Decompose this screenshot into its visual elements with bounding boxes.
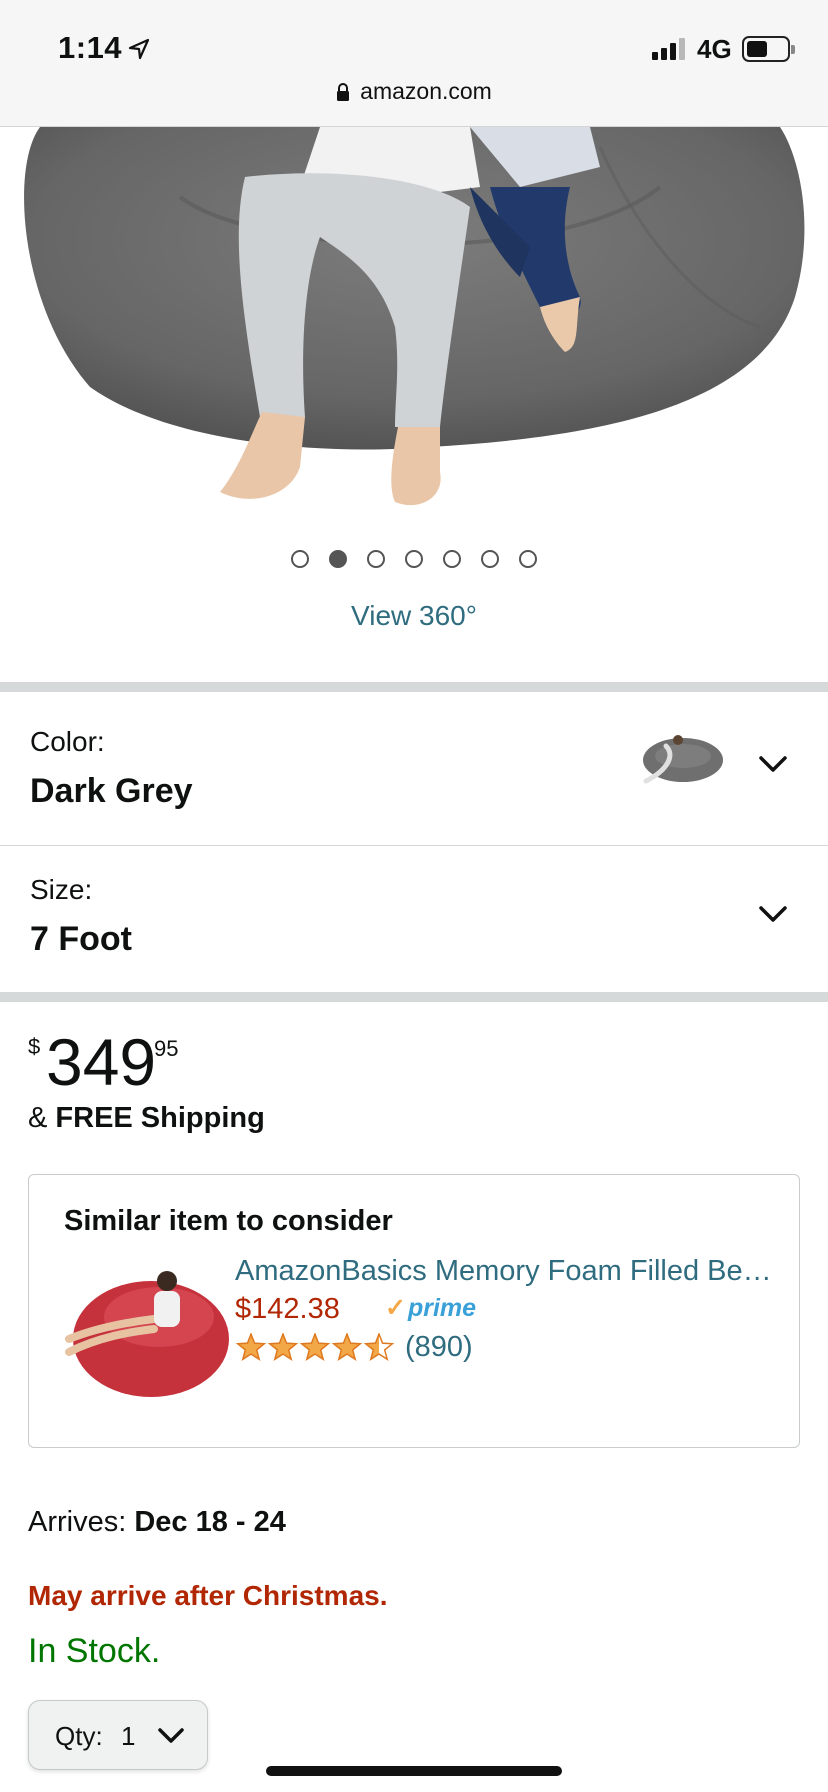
prime-badge: ✓prime [385,1294,477,1322]
network-type: 4G [697,34,732,64]
similar-item-card[interactable]: Similar item to consider AmazonBasics Me… [28,1174,800,1448]
arrives-label: Arrives: [28,1506,135,1538]
similar-item-heading: Similar item to consider [64,1205,393,1237]
lock-icon [337,83,350,101]
size-value: 7 Foot [30,920,132,958]
status-bar: 1:14 4G [0,0,828,90]
chevron-down-icon [158,1728,184,1743]
cellular-signal-icon [652,38,688,60]
similar-item-price: $142.38 [235,1293,340,1325]
quantity-value: 1 [121,1721,136,1751]
section-divider [0,992,828,1002]
url-bar[interactable]: amazon.com [0,78,828,114]
delivery-warning: May arrive after Christmas. [28,1580,388,1611]
pager-dot[interactable] [519,550,537,568]
star [363,1333,395,1361]
price-whole: 349 [46,1025,157,1099]
pager-dot[interactable] [367,550,385,568]
review-count-link[interactable]: (890) [405,1331,473,1364]
stock-status: In Stock. [28,1632,161,1670]
pager-dot[interactable] [481,550,499,568]
similar-item-image[interactable] [59,1257,229,1407]
delivery-estimate: Arrives: Dec 18 - 24 [28,1506,286,1539]
home-indicator[interactable] [266,1766,562,1776]
url-text: amazon.com [360,78,492,104]
star [235,1333,267,1361]
color-label: Color: [30,726,105,757]
top-bar: 1:14 4G amazon.com [0,0,828,127]
color-swatch-thumbnail[interactable] [636,726,726,796]
pager-dot[interactable] [443,550,461,568]
bean-bag-photo [24,127,805,506]
star [299,1333,331,1361]
location-arrow-icon [128,38,150,60]
star-rating-icon [235,1333,395,1361]
chevron-down-icon [759,756,787,772]
quantity-label: Qty: [55,1721,103,1751]
pager-dot[interactable] [329,550,347,568]
prime-check-icon: ✓ [385,1294,406,1322]
size-selector[interactable]: Size: 7 Foot [0,846,828,994]
shipping-text: FREE Shipping [55,1102,265,1134]
chevron-down-icon [759,906,787,922]
battery-icon [742,36,795,62]
price-currency: $ [28,1034,41,1059]
pager-dot[interactable] [291,550,309,568]
price-fraction: 95 [154,1036,179,1061]
arrives-date: Dec 18 - 24 [134,1506,286,1538]
color-value: Dark Grey [30,772,193,810]
product-image[interactable] [0,127,828,527]
status-time: 1:14 [58,30,123,65]
similar-item-title[interactable]: AmazonBasics Memory Foam Filled Bean Bag… [235,1255,775,1288]
color-selector[interactable]: Color: Dark Grey [0,692,828,840]
quantity-selector[interactable]: Qty: 1 [28,1700,208,1770]
view-360-link[interactable]: View 360° [0,600,828,632]
image-pager[interactable] [0,550,828,568]
star [331,1333,363,1361]
star [267,1333,299,1361]
shipping-prefix: & [28,1102,56,1134]
section-divider [0,682,828,692]
shipping-info: & FREE Shipping [28,1102,265,1135]
pager-dot[interactable] [405,550,423,568]
size-label: Size: [30,874,93,905]
